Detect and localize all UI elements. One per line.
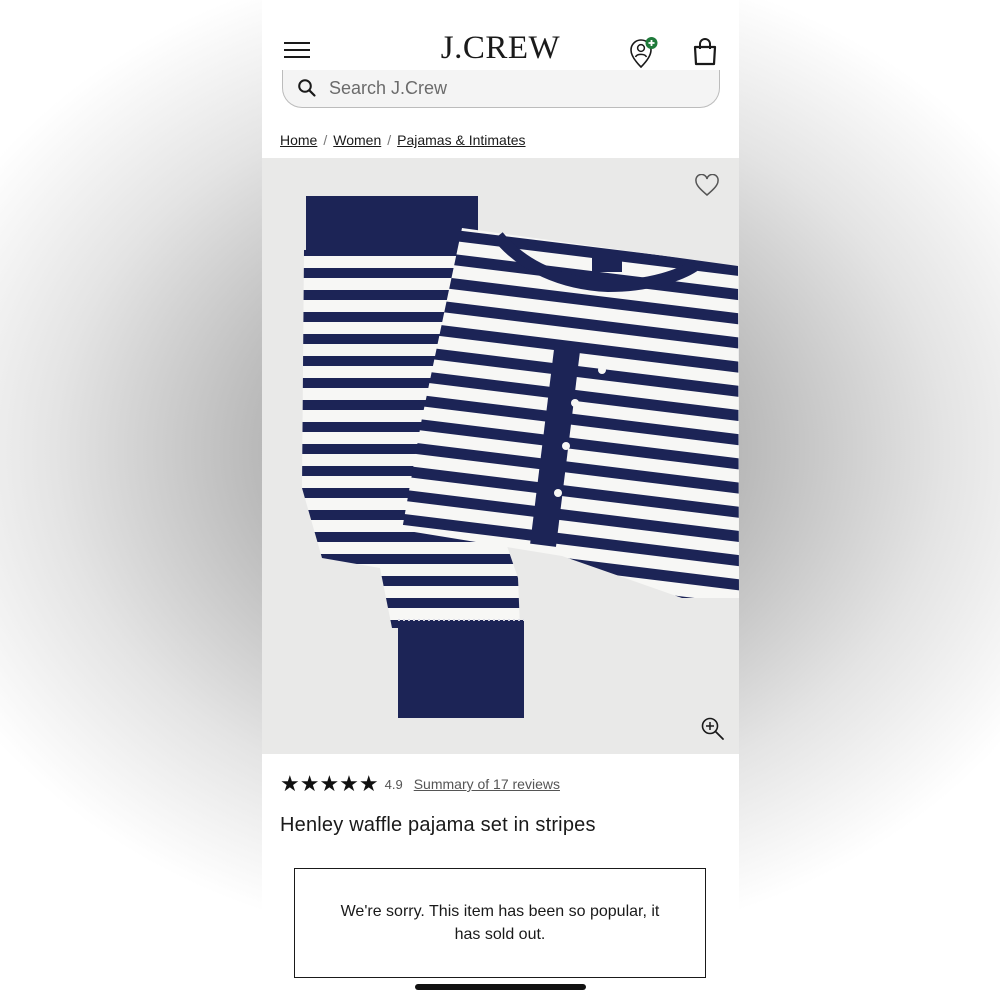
brand-logo[interactable]: J.CREW — [262, 30, 739, 67]
reviews-summary-link[interactable]: Summary of 17 reviews — [414, 776, 560, 792]
breadcrumb: Home / Women / Pajamas & Intimates — [280, 132, 526, 148]
breadcrumb-separator: / — [323, 132, 328, 148]
rating-value: 4.9 — [384, 776, 403, 792]
breadcrumb-women[interactable]: Women — [333, 132, 381, 148]
sold-out-message: We're sorry. This item has been so popul… — [340, 903, 660, 943]
home-indicator[interactable] — [415, 984, 586, 990]
phone-screen: J.CREW Home / Women / Pajamas & Intimates — [262, 0, 739, 1000]
heart-icon[interactable] — [694, 174, 720, 198]
search-input[interactable] — [327, 74, 701, 102]
product-rating: ★★★★★ 4.9 Summary of 17 reviews — [280, 772, 560, 796]
search-bar[interactable] — [282, 70, 720, 108]
breadcrumb-pajamas-intimates[interactable]: Pajamas & Intimates — [397, 132, 525, 148]
breadcrumb-separator: / — [387, 132, 392, 148]
star-rating-icons: ★★★★★ — [280, 771, 379, 796]
product-image[interactable] — [262, 158, 739, 754]
search-icon — [298, 79, 316, 97]
shopping-bag-icon[interactable] — [692, 38, 718, 66]
zoom-in-icon[interactable] — [700, 716, 726, 742]
sold-out-notice: We're sorry. This item has been so popul… — [294, 868, 706, 978]
breadcrumb-home[interactable]: Home — [280, 132, 317, 148]
account-location-icon[interactable] — [628, 36, 658, 70]
product-photo — [262, 158, 739, 754]
product-title: Henley waffle pajama set in stripes — [280, 814, 596, 836]
